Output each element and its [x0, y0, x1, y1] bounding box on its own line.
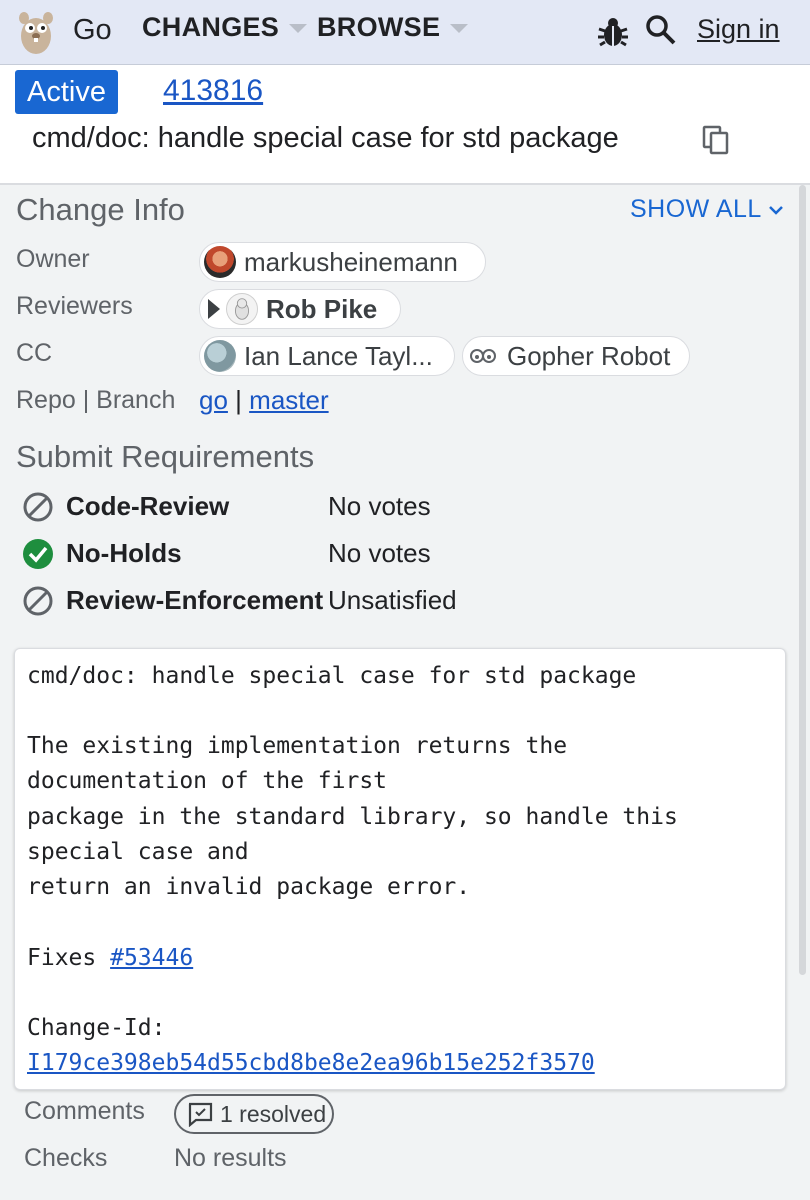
chevron-down-icon: [289, 24, 308, 34]
bug-icon[interactable]: [597, 15, 629, 49]
nav-changes-menu[interactable]: CHANGES: [142, 12, 308, 43]
repo-branch-separator: |: [235, 385, 242, 415]
submit-requirements-heading: Submit Requirements: [16, 439, 315, 474]
branch-link[interactable]: master: [249, 385, 328, 415]
issue-link[interactable]: #53446: [110, 945, 193, 971]
cc-chip[interactable]: Ian Lance Tayl...: [199, 336, 455, 376]
change-id-label: Change-Id:: [27, 1015, 166, 1041]
copy-icon[interactable]: [702, 125, 730, 155]
gopher-logo-icon[interactable]: [14, 6, 58, 56]
cc-name: Ian Lance Tayl...: [244, 340, 433, 371]
comments-value: 1 resolved: [220, 1100, 327, 1127]
cc-chip[interactable]: Gopher Robot: [462, 336, 690, 376]
requirement-name[interactable]: Review-Enforcement: [66, 585, 323, 616]
blocked-icon: [23, 492, 53, 522]
chevron-down-icon: [450, 24, 469, 34]
cc-label: CC: [16, 339, 53, 367]
repo-branch-label: Repo | Branch: [16, 386, 176, 414]
requirement-value: No votes: [328, 491, 431, 521]
attention-icon: [208, 299, 220, 319]
avatar: [226, 293, 258, 325]
status-badge: Active: [15, 70, 118, 114]
avatar: [204, 340, 236, 372]
scrollbar[interactable]: [799, 185, 806, 975]
change-number-link[interactable]: 413816: [163, 74, 263, 108]
commit-message-subject: cmd/doc: handle special case for std pac…: [27, 663, 637, 689]
top-header: Go CHANGES BROWSE Sign in: [0, 0, 810, 65]
comments-label: Comments: [24, 1097, 145, 1125]
fixes-line: Fixes #53446: [27, 945, 193, 971]
reviewers-label: Reviewers: [16, 292, 133, 320]
nav-browse-menu[interactable]: BROWSE: [317, 12, 469, 43]
requirement-name[interactable]: Code-Review: [66, 491, 229, 522]
show-all-button[interactable]: SHOW ALL: [630, 195, 784, 224]
repo-branch-value: go | master: [199, 385, 329, 416]
commit-message-line: special case and: [27, 839, 249, 865]
requirement-name[interactable]: No-Holds: [66, 538, 182, 569]
commit-message-line: package in the standard library, so hand…: [27, 804, 678, 830]
reviewer-chip[interactable]: Rob Pike: [199, 289, 401, 329]
blocked-icon: [23, 586, 53, 616]
change-title: cmd/doc: handle special case for std pac…: [32, 122, 619, 154]
app-name[interactable]: Go: [73, 14, 112, 47]
cc-name: Gopher Robot: [507, 340, 671, 371]
change-title-area: Active 413816 cmd/doc: handle special ca…: [0, 65, 810, 185]
commit-message-line: The existing implementation returns the: [27, 733, 568, 759]
show-all-label: SHOW ALL: [630, 195, 762, 223]
commit-message-line: return an invalid package error.: [27, 874, 471, 900]
nav-browse-label: BROWSE: [317, 12, 441, 42]
owner-chip[interactable]: markusheinemann: [199, 242, 486, 282]
comments-resolved-chip[interactable]: 1 resolved: [174, 1094, 334, 1134]
change-info-heading: Change Info: [16, 192, 185, 227]
comment-icon: [188, 1102, 213, 1127]
requirement-value: No votes: [328, 538, 431, 568]
avatar: [204, 246, 236, 278]
reviewer-name: Rob Pike: [266, 293, 378, 324]
requirement-value: Unsatisfied: [328, 585, 457, 615]
change-id-link[interactable]: I179ce398eb54d55cbd8be8e2ea96b15e252f357…: [27, 1050, 595, 1076]
checks-value: No results: [174, 1144, 287, 1172]
commit-message-line: documentation of the first: [27, 768, 388, 794]
owner-name: markusheinemann: [244, 246, 458, 277]
owner-label: Owner: [16, 245, 90, 273]
search-icon[interactable]: [645, 14, 677, 46]
fixes-label: Fixes: [27, 945, 111, 971]
checks-label: Checks: [24, 1144, 108, 1172]
commit-message-box: cmd/doc: handle special case for std pac…: [14, 648, 786, 1090]
nav-changes-label: CHANGES: [142, 12, 280, 42]
sign-in-link[interactable]: Sign in: [697, 14, 780, 45]
check-circle-icon: [23, 539, 53, 569]
repo-link[interactable]: go: [199, 385, 228, 415]
robot-icon: [470, 349, 496, 363]
chevron-down-icon: [768, 206, 783, 216]
